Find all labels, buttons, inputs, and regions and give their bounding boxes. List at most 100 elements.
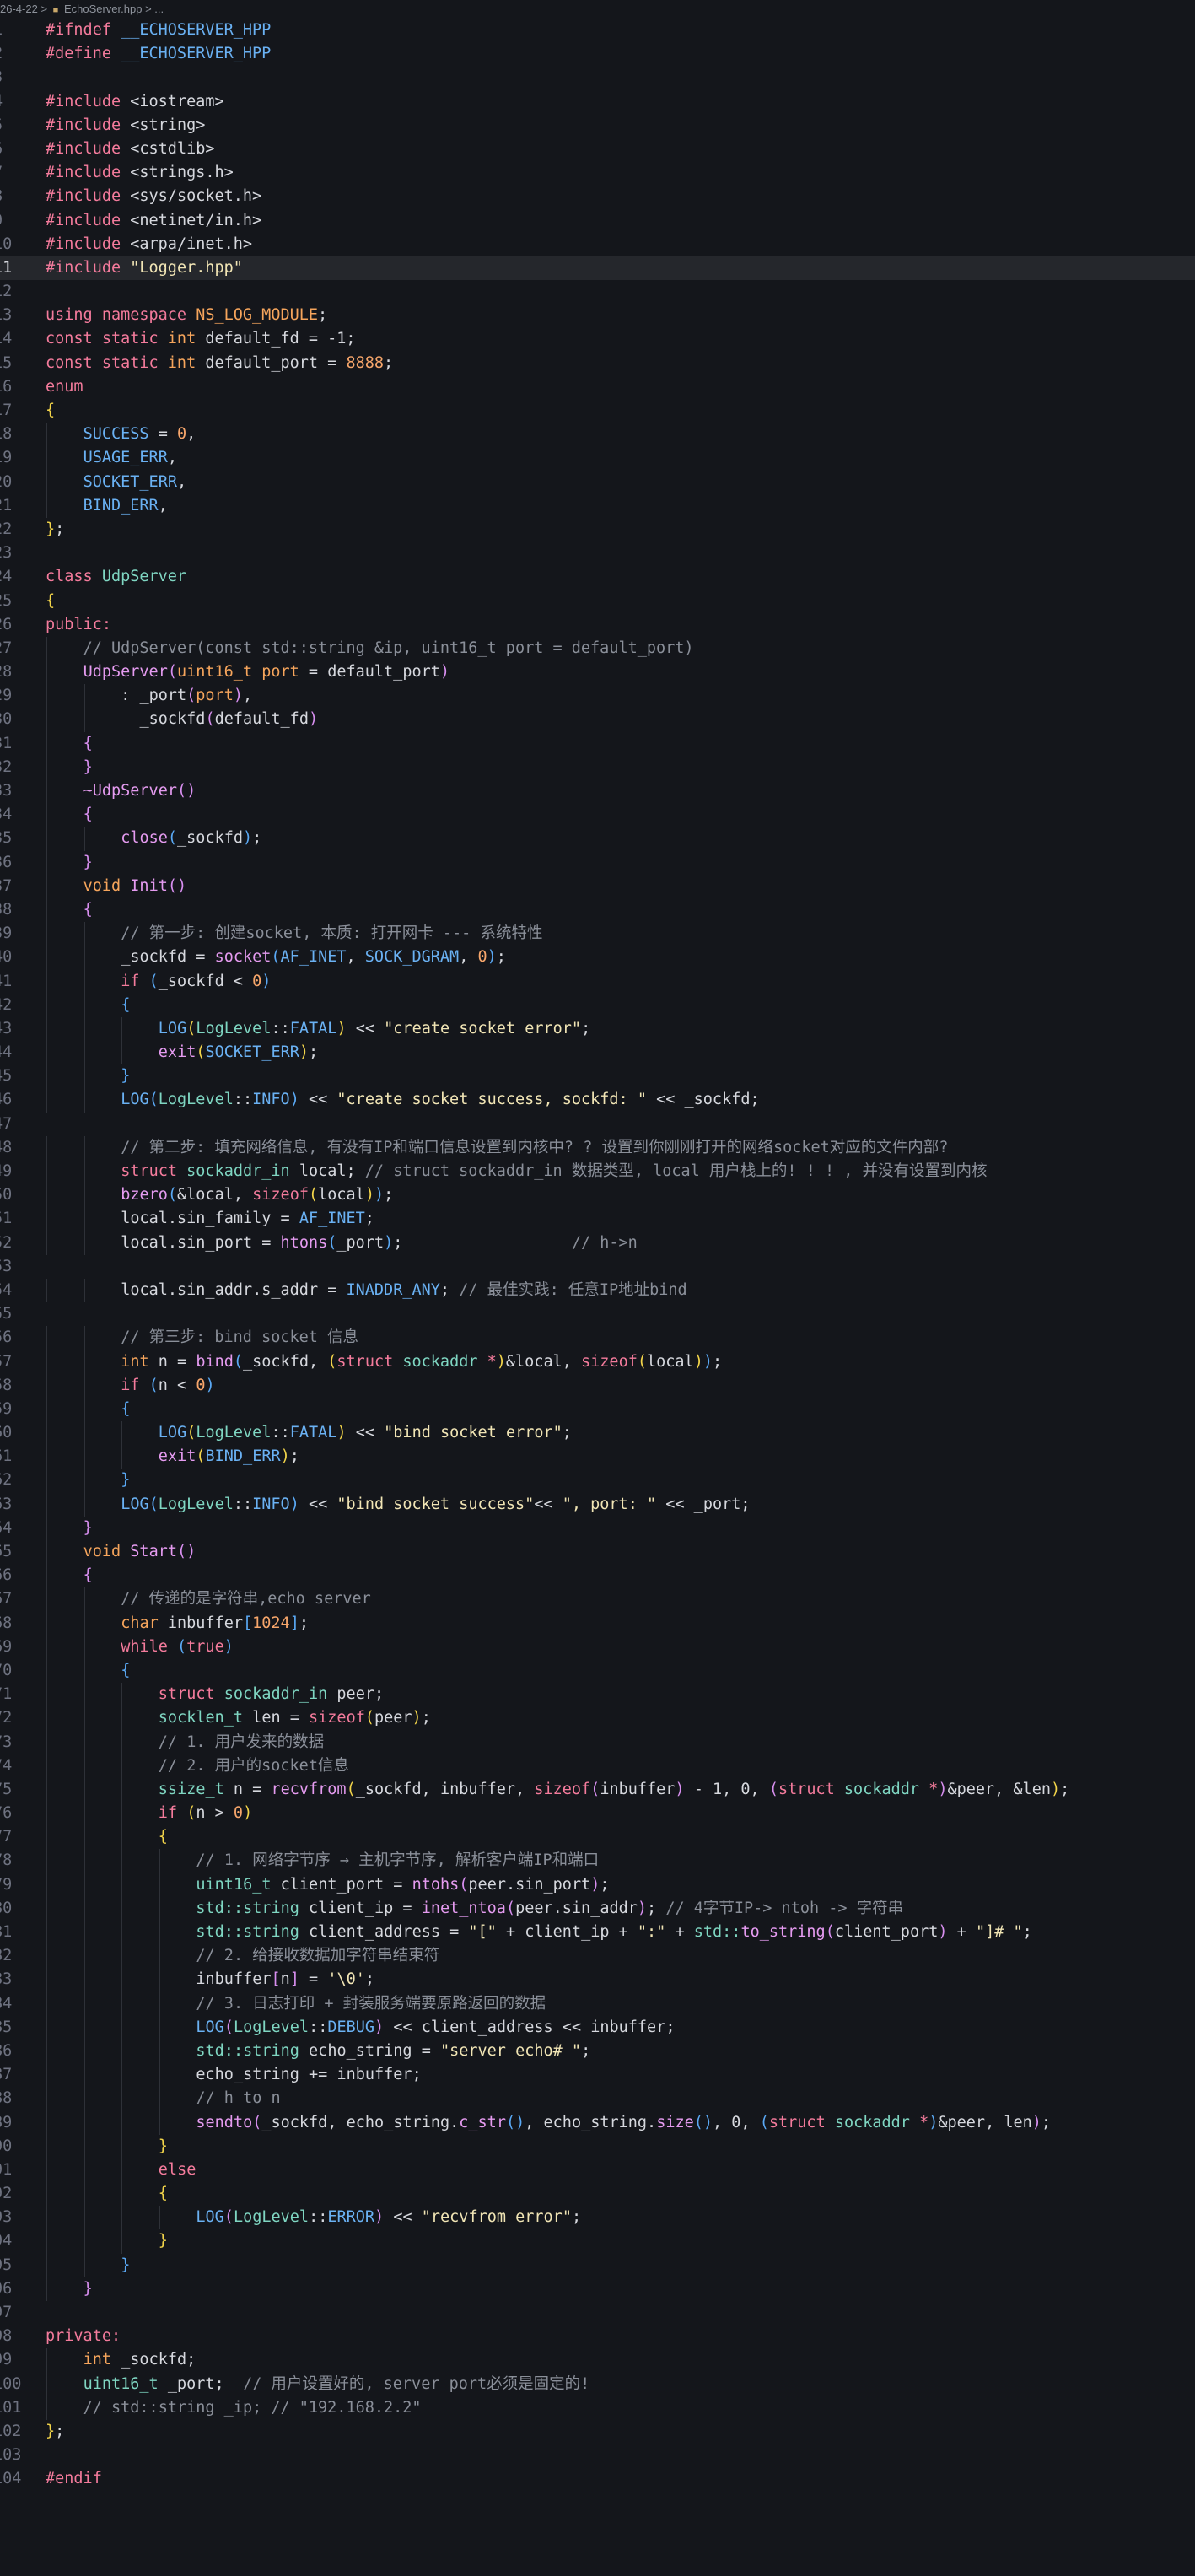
code-text[interactable]: { bbox=[159, 1825, 168, 1849]
line-number[interactable]: 84 bbox=[0, 1992, 25, 2016]
line-number[interactable]: 86 bbox=[0, 2040, 25, 2063]
code-text[interactable]: _sockfd(default_fd) bbox=[121, 708, 318, 731]
line-number[interactable]: 55 bbox=[0, 1302, 25, 1326]
code-line[interactable]: 92 { bbox=[0, 2182, 1195, 2207]
code-text[interactable]: while (true) bbox=[121, 1636, 234, 1659]
code-line[interactable]: 79 uint16_t client_port = ntohs(peer.sin_… bbox=[0, 1873, 1195, 1897]
code-text[interactable]: { bbox=[46, 590, 55, 613]
line-number[interactable]: 22 bbox=[0, 518, 25, 542]
code-text[interactable]: } bbox=[121, 1469, 130, 1492]
line-number[interactable]: 76 bbox=[0, 1802, 25, 1825]
code-text[interactable]: const static int default_port = 8888; bbox=[46, 352, 393, 375]
line-number[interactable]: 6 bbox=[0, 137, 25, 161]
code-line[interactable]: 75 ssize_t n = recvfrom(_sockfd, inbuffer… bbox=[0, 1777, 1195, 1803]
code-text[interactable]: socklen_t len = sizeof(peer); bbox=[159, 1706, 431, 1730]
code-line[interactable]: 84 // 3. 日志打印 + 封装服务端要原路返回的数据 bbox=[0, 1991, 1195, 2016]
code-line[interactable]: 77 { bbox=[0, 1825, 1195, 1850]
code-text[interactable]: LOG(LogLevel::DEBUG) << client_address <… bbox=[196, 2016, 675, 2040]
line-number[interactable]: 71 bbox=[0, 1683, 25, 1706]
code-text[interactable]: : _port(port), bbox=[121, 684, 252, 708]
code-text[interactable]: BIND_ERR, bbox=[83, 494, 168, 518]
code-text[interactable]: int n = bind(_sockfd, (struct sockaddr *… bbox=[121, 1350, 722, 1374]
line-number[interactable]: 58 bbox=[0, 1374, 25, 1398]
code-text[interactable]: const static int default_fd = -1; bbox=[46, 327, 356, 351]
code-text[interactable]: { bbox=[83, 803, 93, 827]
line-number[interactable]: 3 bbox=[0, 66, 25, 89]
line-number[interactable]: 14 bbox=[0, 327, 25, 351]
line-number[interactable]: 28 bbox=[0, 660, 25, 684]
code-line[interactable]: 85 LOG(LogLevel::DEBUG) << client_address… bbox=[0, 2015, 1195, 2040]
code-text[interactable]: using namespace NS_LOG_MODULE; bbox=[46, 304, 327, 327]
code-text[interactable]: // 传递的是字符串,echo server bbox=[121, 1587, 371, 1611]
code-line[interactable]: 98 private: bbox=[0, 2325, 1195, 2348]
code-line[interactable]: 44 exit(SOCKET_ERR); bbox=[0, 1041, 1195, 1065]
code-text[interactable]: void Start() bbox=[83, 1540, 196, 1564]
code-line[interactable]: 2 #define __ECHOSERVER_HPP bbox=[0, 42, 1195, 66]
line-number[interactable]: 101 bbox=[0, 2396, 25, 2420]
line-number[interactable]: 98 bbox=[0, 2325, 25, 2348]
code-line[interactable]: 43 LOG(LogLevel::FATAL) << "create socket… bbox=[0, 1016, 1195, 1042]
line-number[interactable]: 11 bbox=[0, 256, 25, 280]
line-number[interactable]: 57 bbox=[0, 1350, 25, 1374]
code-line[interactable]: 96} bbox=[0, 2277, 1195, 2301]
code-line[interactable]: 45} bbox=[0, 1064, 1195, 1089]
code-line[interactable]: 74 // 2. 用户的socket信息 bbox=[0, 1754, 1195, 1778]
line-number[interactable]: 70 bbox=[0, 1659, 25, 1683]
line-number[interactable]: 75 bbox=[0, 1778, 25, 1802]
line-number[interactable]: 49 bbox=[0, 1160, 25, 1183]
code-text[interactable]: _sockfd = socket(AF_INET, SOCK_DGRAM, 0)… bbox=[121, 946, 506, 969]
code-text[interactable]: local.sin_addr.s_addr = INADDR_ANY; // 最… bbox=[121, 1279, 687, 1302]
code-line[interactable]: 81 std::string client_address = "[" + cli… bbox=[0, 1921, 1195, 1945]
code-line[interactable]: 24 class UdpServer bbox=[0, 565, 1195, 589]
code-line[interactable]: 52 local.sin_port = htons(_port); // h->n bbox=[0, 1231, 1195, 1255]
code-text[interactable]: #include <sys/socket.h> bbox=[46, 185, 261, 208]
line-number[interactable]: 103 bbox=[0, 2444, 25, 2467]
line-number[interactable]: 78 bbox=[0, 1849, 25, 1873]
code-text[interactable]: // 2. 给接收数据加字符串结束符 bbox=[196, 1944, 439, 1968]
code-line[interactable]: 10 #include <arpa/inet.h> bbox=[0, 233, 1195, 256]
line-number[interactable]: 41 bbox=[0, 970, 25, 994]
code-text[interactable]: close(_sockfd); bbox=[121, 827, 261, 850]
line-number[interactable]: 23 bbox=[0, 542, 25, 565]
line-number[interactable]: 46 bbox=[0, 1088, 25, 1112]
code-line[interactable]: 11 #include "Logger.hpp" bbox=[0, 256, 1195, 281]
code-line[interactable]: 66 { bbox=[0, 1564, 1195, 1588]
code-line[interactable]: 50bzero(&local, sizeof(local)); bbox=[0, 1183, 1195, 1208]
code-text[interactable]: ssize_t n = recvfrom(_sockfd, inbuffer, … bbox=[159, 1778, 1069, 1802]
code-text[interactable]: SOCKET_ERR, bbox=[83, 471, 187, 494]
code-line[interactable]: 90} bbox=[0, 2134, 1195, 2158]
code-text[interactable]: inbuffer[n] = '\0'; bbox=[196, 1968, 374, 1991]
line-number[interactable]: 33 bbox=[0, 779, 25, 803]
code-line[interactable]: 72 socklen_t len = sizeof(peer); bbox=[0, 1706, 1195, 1731]
code-line[interactable]: 94} bbox=[0, 2229, 1195, 2254]
line-number[interactable]: 74 bbox=[0, 1754, 25, 1778]
code-text[interactable]: { bbox=[121, 994, 130, 1017]
code-text[interactable]: } bbox=[121, 2254, 130, 2277]
breadcrumb[interactable]: 26-4-22 > ■ EchoServer.hpp > ... bbox=[0, 0, 1195, 19]
code-line[interactable]: 19 USAGE_ERR, bbox=[0, 446, 1195, 471]
line-number[interactable]: 63 bbox=[0, 1493, 25, 1517]
code-line[interactable]: 38 { bbox=[0, 897, 1195, 923]
code-text[interactable]: class UdpServer bbox=[46, 565, 186, 589]
code-line[interactable]: 67 // 传递的是字符串,echo server bbox=[0, 1587, 1195, 1612]
line-number[interactable]: 42 bbox=[0, 994, 25, 1017]
line-number[interactable]: 38 bbox=[0, 898, 25, 922]
line-number[interactable]: 34 bbox=[0, 803, 25, 827]
code-text[interactable]: struct sockaddr_in local; // struct sock… bbox=[121, 1160, 987, 1183]
code-line[interactable]: 47 bbox=[0, 1113, 1195, 1136]
code-text[interactable]: } bbox=[83, 756, 93, 779]
code-line[interactable]: 103 bbox=[0, 2444, 1195, 2467]
code-text[interactable]: exit(SOCKET_ERR); bbox=[159, 1041, 318, 1064]
line-number[interactable]: 36 bbox=[0, 851, 25, 875]
line-number[interactable]: 102 bbox=[0, 2420, 25, 2444]
code-text[interactable]: std::string client_ip = inet_ntoa(peer.s… bbox=[196, 1897, 903, 1921]
line-number[interactable]: 19 bbox=[0, 446, 25, 470]
code-line[interactable]: 95} bbox=[0, 2253, 1195, 2277]
code-line[interactable]: 46 LOG(LogLevel::INFO) << "create socket … bbox=[0, 1088, 1195, 1113]
line-number[interactable]: 40 bbox=[0, 946, 25, 969]
line-number[interactable]: 61 bbox=[0, 1445, 25, 1469]
line-number[interactable]: 92 bbox=[0, 2182, 25, 2206]
code-text[interactable]: sendto(_sockfd, echo_string.c_str(), ech… bbox=[196, 2111, 1051, 2135]
code-line[interactable]: 73 // 1. 用户发来的数据 bbox=[0, 1730, 1195, 1754]
code-line[interactable]: 80 std::string client_ip = inet_ntoa(peer… bbox=[0, 1896, 1195, 1921]
